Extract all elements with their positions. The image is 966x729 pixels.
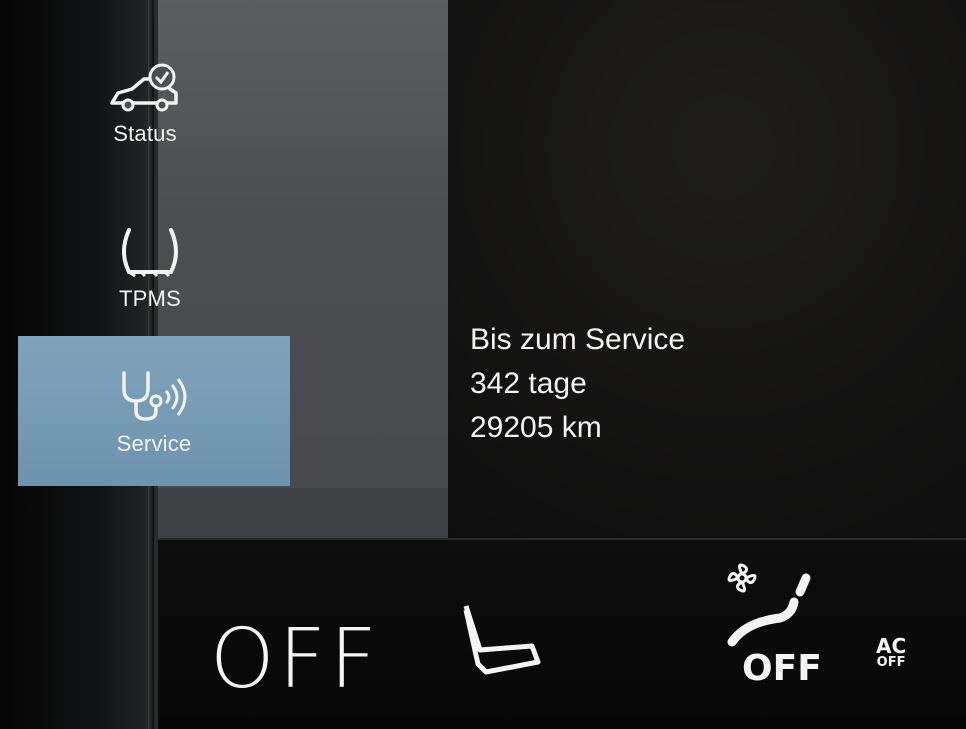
- service-info-panel: Bis zum Service 342 tage 29205 km: [470, 318, 685, 450]
- service-distance-remaining: 29205 km: [470, 411, 602, 444]
- tire-pressure-icon: [115, 224, 185, 280]
- ac-label: AC: [876, 634, 907, 658]
- airflow-seat-icon[interactable]: [722, 558, 822, 648]
- sidebar-item-label: TPMS: [119, 285, 181, 311]
- temperature-off-button[interactable]: OFF: [210, 612, 381, 707]
- service-days-remaining: 342 tage: [470, 367, 587, 400]
- sidebar-item-tpms[interactable]: TPMS: [70, 205, 230, 330]
- sidebar-item-status[interactable]: Status: [70, 40, 220, 170]
- fan-off-button[interactable]: OFF: [742, 648, 822, 689]
- sidebar-item-label: Status: [113, 121, 177, 146]
- ac-off-button[interactable]: AC OFF: [876, 636, 906, 670]
- sidebar-item-label: Service: [116, 431, 192, 456]
- sidebar-footer: [158, 488, 448, 540]
- stethoscope-icon: [116, 365, 192, 425]
- ac-state-label: OFF: [876, 655, 906, 670]
- sidebar-item-service[interactable]: Service: [18, 336, 290, 486]
- car-check-icon: [108, 63, 182, 115]
- seat-heating-icon[interactable]: [458, 600, 548, 680]
- service-info-title: Bis zum Service: [470, 323, 686, 356]
